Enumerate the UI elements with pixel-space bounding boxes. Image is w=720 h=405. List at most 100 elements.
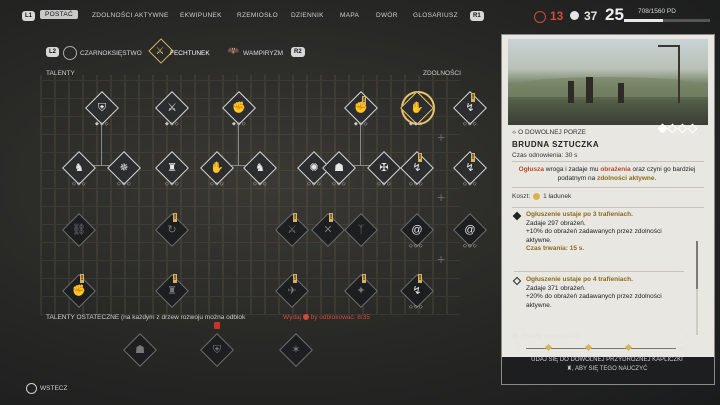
new-alert-icon: ! bbox=[173, 274, 177, 283]
sun-icon: ☼ bbox=[678, 343, 687, 353]
xp-bar bbox=[624, 19, 710, 22]
character-level: 25 bbox=[605, 5, 624, 24]
ability-preview-image bbox=[508, 39, 708, 134]
ultimate-lock-text: Wydaj by odblokować: 8/35 bbox=[283, 314, 370, 321]
helmet-icon: ☗ bbox=[135, 344, 145, 356]
charge-icon: ↯ bbox=[412, 285, 422, 297]
sorcery-icon bbox=[63, 46, 77, 60]
preview-figure bbox=[568, 81, 574, 103]
preview-pager[interactable] bbox=[657, 119, 699, 137]
preview-gallows-beam bbox=[658, 45, 680, 47]
beast-icon: ♞ bbox=[255, 162, 265, 174]
tree-tab-fechtunek[interactable]: FECHTUNEK bbox=[170, 50, 210, 57]
divider bbox=[512, 187, 704, 188]
tab-zdolnosci-aktywne[interactable]: ZDOLNOŚCI AKTYWNE bbox=[92, 12, 169, 19]
pager-dot[interactable] bbox=[687, 123, 698, 134]
tower-icon: ♜ bbox=[167, 285, 177, 297]
preview-figure bbox=[586, 77, 593, 103]
charge-icon bbox=[533, 193, 541, 200]
talent-pips: ◇◇◇ bbox=[72, 181, 87, 187]
tab-postac[interactable]: POSTAĆ bbox=[40, 10, 79, 19]
ability-description: Ogłusza wroga i zadaje mu obrażenia oraz… bbox=[518, 166, 696, 182]
helm-icon: ☗ bbox=[334, 162, 344, 174]
divider bbox=[512, 207, 704, 208]
r2-key-hint[interactable]: R2 bbox=[291, 47, 305, 57]
tree-joint-marker: + bbox=[437, 251, 446, 267]
preview-figure bbox=[618, 83, 624, 103]
ultimate-talents-label: TALENTY OSTATECZNE (na każdym z drzew ro… bbox=[46, 314, 246, 321]
whirl-icon: ↻ bbox=[167, 224, 177, 236]
talent-pips: ◇◇◇ bbox=[307, 181, 322, 187]
blood-count: 13 bbox=[550, 9, 564, 23]
talent-pips: ◆◇◇ bbox=[232, 121, 247, 127]
mace-icon: ✦ bbox=[356, 285, 366, 297]
talent-pips: ◆◇◇ bbox=[354, 121, 369, 127]
circle-button-icon bbox=[26, 383, 37, 394]
new-alert-icon: ! bbox=[418, 274, 422, 283]
talent-pips: ◇◇◇ bbox=[332, 181, 347, 187]
tab-dwor[interactable]: DWÓR bbox=[376, 12, 398, 19]
l1-key-hint[interactable]: L1 bbox=[22, 11, 36, 21]
ability-pips: ◆◆◇ bbox=[409, 121, 424, 127]
new-alert-icon: ! bbox=[471, 153, 475, 162]
bat-icon: 🦇 bbox=[227, 46, 240, 57]
ability-level-1: Ogłuszenie ustaje po 3 trafieniach. Zada… bbox=[512, 211, 684, 254]
ability-type-icon: ⟡ bbox=[512, 129, 517, 136]
ability-type: ⟡ O DOWOLNEJ PORZE bbox=[512, 129, 587, 136]
top-nav: L1 POSTAĆ ZDOLNOŚCI AKTYWNE EKWIPUNEK RZ… bbox=[0, 0, 500, 30]
armor-icon: ♜ bbox=[167, 162, 177, 174]
new-alert-icon: ! bbox=[80, 274, 84, 283]
ability-pips: ◇◇◇ bbox=[409, 304, 424, 310]
xp-bar-fill bbox=[624, 19, 664, 22]
ability-pips: ◇◇◇ bbox=[409, 243, 424, 249]
talent-pips: ◇◇◇ bbox=[253, 181, 268, 187]
eagle-icon: ✈ bbox=[287, 285, 297, 297]
back-button[interactable]: WSTECZ bbox=[40, 385, 67, 392]
learn-hint: UDAJ SIĘ DO DOWOLNEJ PRZYDROŻNEJ KAPLICZ… bbox=[531, 357, 683, 372]
resource-icon bbox=[570, 11, 579, 20]
tab-rzemioslo[interactable]: RZEMIOSŁO bbox=[237, 12, 278, 19]
chain-icon: ⛓ bbox=[72, 224, 86, 236]
tree-joint-marker: + bbox=[437, 129, 446, 145]
scrollbar-thumb[interactable] bbox=[696, 241, 698, 289]
r1-key-hint[interactable]: R1 bbox=[470, 11, 484, 21]
swirl-icon: @ bbox=[464, 224, 476, 236]
tree-tab-wampiryzm[interactable]: WAMPIRYZM bbox=[243, 50, 283, 57]
shield-icon: ⛨ bbox=[97, 102, 107, 114]
pager-dot[interactable] bbox=[667, 123, 678, 134]
new-alert-icon: ! bbox=[471, 93, 475, 102]
ability-pips: ◇◇◇ bbox=[463, 181, 478, 187]
sword-icon: ⚔ bbox=[167, 102, 177, 114]
star-sword-icon: ✶ bbox=[291, 344, 301, 356]
ability-cooldown: Czas odnowienia: 30 s bbox=[512, 152, 578, 159]
strength-icon: ✊ bbox=[232, 102, 246, 114]
tab-glosariusz[interactable]: GLOSARIUSZ bbox=[413, 12, 458, 19]
pager-dot[interactable] bbox=[677, 123, 688, 134]
blood-drop-icon bbox=[302, 314, 309, 321]
talent-pips: ◆◇◇ bbox=[95, 121, 110, 127]
talent-pips: ◆◇◇ bbox=[165, 121, 180, 127]
divider bbox=[514, 271, 684, 272]
dirty-trick-icon: ✋ bbox=[410, 102, 424, 114]
new-alert-icon: ! bbox=[293, 274, 297, 283]
talent-pips: ◇◇◇ bbox=[165, 181, 180, 187]
strike-icon: ↯ bbox=[412, 162, 422, 174]
burst-icon: ✺ bbox=[309, 162, 319, 174]
talent-pips: ◇◇◇ bbox=[210, 181, 225, 187]
preview-gallows bbox=[678, 45, 680, 103]
panel-scrollbar[interactable] bbox=[696, 241, 698, 335]
xp-text: 708/1560 PD bbox=[638, 8, 676, 15]
tab-mapa[interactable]: MAPA bbox=[340, 12, 359, 19]
ability-cost: Koszt: 1 ładunek bbox=[512, 193, 572, 201]
skill-progress-track bbox=[526, 343, 676, 352]
tab-ekwipunek[interactable]: EKWIPUNEK bbox=[180, 12, 222, 19]
pager-dot[interactable] bbox=[657, 123, 668, 134]
l2-key-hint[interactable]: L2 bbox=[46, 47, 60, 57]
dagger-icon: ✠ bbox=[379, 162, 389, 174]
resource-count: 37 bbox=[584, 9, 598, 23]
tree-tab-czarnoksiestwo[interactable]: CZARNOKSIĘSTWO bbox=[80, 50, 142, 57]
blood-icon bbox=[534, 11, 546, 23]
flail-icon: ✵ bbox=[119, 162, 129, 174]
tree-joint-marker: + bbox=[437, 189, 446, 205]
tab-dziennik[interactable]: DZIENNIK bbox=[291, 12, 324, 19]
